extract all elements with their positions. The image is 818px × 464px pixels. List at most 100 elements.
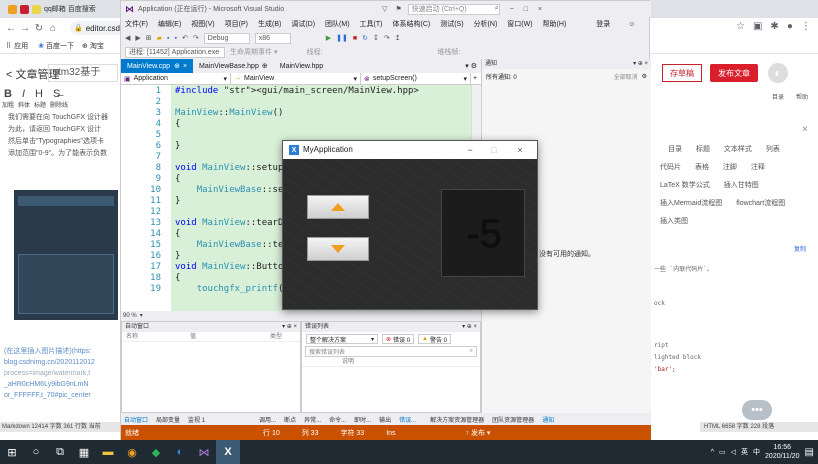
tab-overflow-icon[interactable]: ▾ ⚙ [465,62,477,70]
help-tag[interactable]: 注释 [747,161,769,175]
tab-breakpoints[interactable]: 断点 [284,415,296,424]
pin-icon[interactable]: ▾ ⊕ × [462,322,477,332]
avatar[interactable]: ◐ [768,63,788,83]
menu-team[interactable]: 团队(M) [325,19,350,29]
menu-view[interactable]: 视图(V) [191,19,214,29]
menu-build[interactable]: 生成(B) [258,19,281,29]
ime-mode[interactable]: 中 [753,447,760,457]
bookmark-item[interactable]: 应用 [14,41,28,51]
help-tag[interactable]: 代码片 [656,161,685,175]
close-icon[interactable]: × [538,6,542,13]
minimize-icon[interactable]: − [510,6,514,13]
tab-output[interactable]: 输出 [379,415,391,424]
menu-tools[interactable]: 工具(T) [360,19,383,29]
step-out-icon[interactable]: ↥ [395,34,401,42]
undo-icon[interactable]: ↶ [182,34,188,42]
notification-center-icon[interactable]: ▤ [805,447,814,458]
stop-icon[interactable]: ■ [353,35,357,42]
menu-dots-icon[interactable]: ⋮ [801,21,811,32]
visual-studio-icon[interactable]: ⋈ [192,440,216,464]
menu-test[interactable]: 测试(S) [440,19,463,29]
help-tag[interactable]: 列表 [762,143,784,157]
tab-errors[interactable]: 错误... [399,415,416,424]
count-down-button[interactable] [307,237,369,261]
project-dropdown[interactable]: ▣ Application ▾ [121,73,231,84]
restart-icon[interactable]: ↻ [362,34,368,42]
gear-icon[interactable]: ⚙ [642,73,647,80]
help-tag[interactable]: 表格 [691,161,713,175]
new-project-icon[interactable]: ⊞ [146,34,152,42]
save-draft-button[interactable]: 存草稿 [662,64,702,82]
publish-button[interactable]: 发布文章 [710,64,758,82]
menu-architecture[interactable]: 体系结构(C) [393,19,431,29]
chevron-up-icon[interactable]: ^ [711,449,714,456]
continue-icon[interactable]: ▶ [326,34,331,42]
back-arrow-icon[interactable]: ← [4,21,18,35]
warnings-filter-button[interactable]: ▲ 警告 0 [418,334,452,344]
menu-help[interactable]: 帮助(H) [543,19,567,29]
solution-config-dropdown[interactable]: Debug [203,32,250,44]
close-icon[interactable]: × [802,124,808,135]
help-tag[interactable]: 标题 [692,143,714,157]
error-scope-dropdown[interactable]: 整个解决方案 ▾ [306,334,378,344]
help-tag[interactable]: flowchart流程图 [732,197,789,211]
reload-icon[interactable]: ↻ [32,21,46,35]
task-view-icon[interactable]: ⧉ [48,440,72,464]
tab-locals[interactable]: 局部变量 [156,415,180,424]
tab-immediate[interactable]: 即时... [354,415,371,424]
star-icon[interactable]: ☆ [736,21,745,32]
heading-icon[interactable]: H [35,88,43,100]
pin-icon[interactable]: ▾ ⊕ × [282,322,297,332]
quick-launch-input[interactable]: 快速启动 (Ctrl+Q) ⌕ [407,3,500,15]
bold-icon[interactable]: B [4,88,12,100]
start-windows-icon[interactable]: ⊞ [0,440,24,464]
help-tag[interactable]: 文本样式 [720,143,756,157]
publish-button[interactable]: ↑ 发布 ▾ [466,428,491,438]
tab-team-explorer[interactable]: 团队资源管理器 [492,415,534,424]
toc-button[interactable]: 目录 [772,92,784,101]
feedback-icon[interactable]: ☺ [628,21,635,28]
menu-debug[interactable]: 调试(D) [291,19,315,29]
store-icon[interactable]: ▦ [72,440,96,464]
flag-icon[interactable]: ⚑ [395,5,401,13]
tab-mainview-hpp[interactable]: MainView.hpp [274,59,329,73]
help-button[interactable]: 帮助 [796,92,808,101]
break-all-icon[interactable]: ❚❚ [336,34,348,42]
profile-icon[interactable]: ● [787,21,793,32]
article-title-input[interactable]: stm32基于 [48,64,118,82]
tab-watch[interactable]: 监视 1 [188,415,205,424]
copy-button[interactable]: 复制 [794,244,806,253]
errors-filter-button[interactable]: ⊗ 错误 0 [382,334,415,344]
step-into-icon[interactable]: ↧ [373,34,379,42]
bookmark-item[interactable]: 淘宝 [90,41,104,51]
tab-solution-explorer[interactable]: 解决方案资源管理器 [430,415,484,424]
myapplication-taskbar-icon[interactable]: X [216,440,240,464]
pin-icon[interactable]: ▾ ⊕ × [633,59,648,69]
menu-project[interactable]: 项目(P) [225,19,248,29]
tab-autos[interactable]: 自动窗口 [124,415,148,424]
minimize-icon[interactable]: − [459,141,481,159]
tab-exceptions[interactable]: 异常... [304,415,321,424]
step-over-icon[interactable]: ↷ [384,34,390,42]
zoom-dropdown[interactable]: 90 % [123,311,137,321]
search-icon[interactable]: ○ [24,440,48,464]
save-all-icon[interactable]: ▪ [175,35,177,42]
help-tag[interactable]: 目录 [664,143,686,157]
italic-icon[interactable]: I [22,88,25,100]
extension-icon[interactable]: ▣ [753,21,762,32]
bookmark-item[interactable]: 百度一下 [46,41,74,51]
filter-icon[interactable]: ▽ [382,5,387,13]
redo-icon[interactable]: ↷ [193,34,199,42]
maximize-icon[interactable]: □ [483,141,505,159]
app-icon[interactable]: ◆ [144,440,168,464]
forward-nav-icon[interactable]: ▶ [135,34,140,42]
open-file-icon[interactable]: ▰ [157,34,162,42]
tab-mainview-cpp[interactable]: MainView.cpp ⊕ × [121,59,194,73]
class-dropdown[interactable]: → MainView ▾ [231,73,361,84]
help-tag[interactable]: 注脚 [719,161,741,175]
clock[interactable]: 16:56 2020/11/20 [765,443,800,461]
error-search-input[interactable]: 搜索错误列表 ⌕ [305,346,477,357]
back-nav-icon[interactable]: ◀ [125,34,130,42]
puzzle-icon[interactable]: ✱ [770,21,778,32]
help-tag[interactable]: LaTeX 数学公式 [656,179,714,193]
